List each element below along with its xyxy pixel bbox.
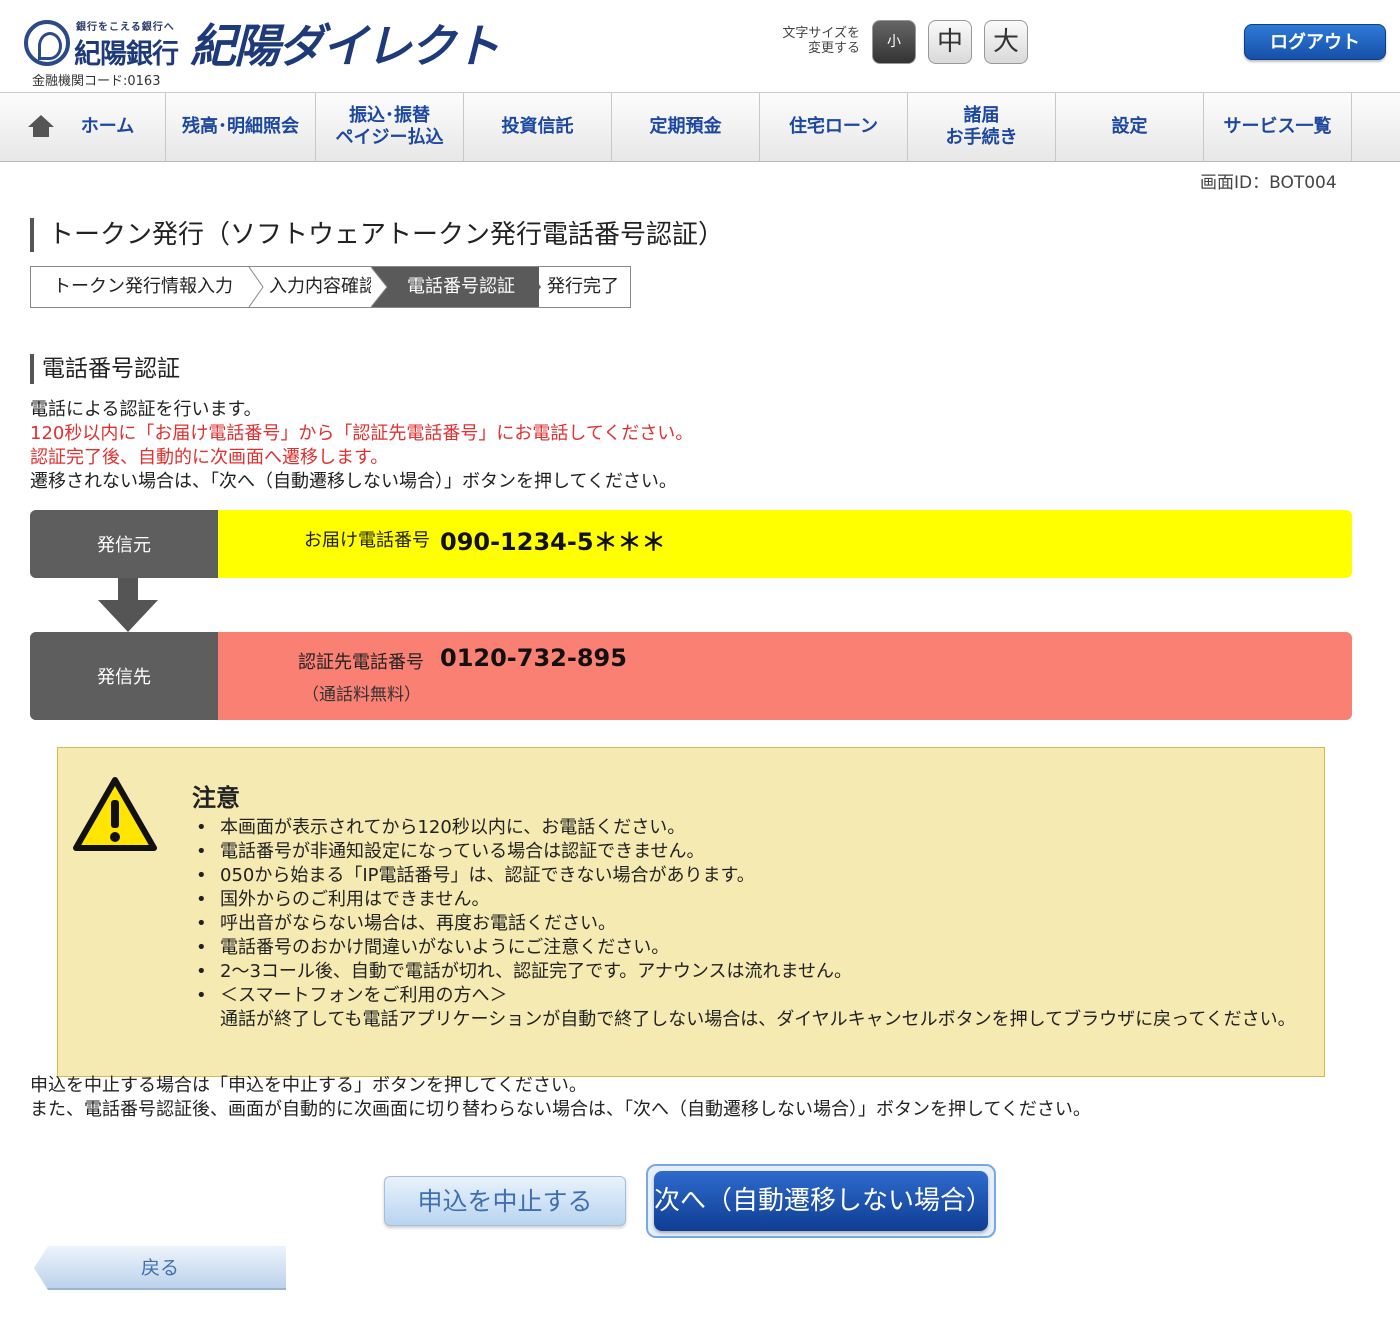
header: 銀行をこえる銀行へ 紀陽銀行 金融機関コード:0163 紀陽ダイレクト 文字サイ… [0,0,1400,92]
toll-free-note: （通話料無料） [302,685,421,705]
back-button[interactable]: 戻る [34,1246,286,1290]
nav-investment[interactable]: 投資信託 [464,93,612,161]
global-nav: ホーム 残高･明細照会 振込･振替 ペイジー払込 投資信託 定期預金 住宅ローン… [0,92,1400,162]
bank-emblem-icon [24,20,70,66]
caution-list: 本画面が表示されてから120秒以内に、お電話ください。 電話番号が非通知設定にな… [192,816,1302,1032]
nav-loan[interactable]: 住宅ローン [760,93,908,161]
bank-logo[interactable]: 銀行をこえる銀行へ 紀陽銀行 [24,14,184,70]
caution-box: 注意 本画面が表示されてから120秒以内に、お電話ください。 電話番号が非通知設… [57,747,1325,1077]
nav-services[interactable]: サービス一覧 [1204,93,1352,161]
progress-steps: トークン発行情報入力 入力内容確認 電話番号認証 発行完了 [30,266,631,308]
nav-transfer[interactable]: 振込･振替 ペイジー払込 [316,93,464,161]
caution-item: 050から始まる「IP電話番号」は、認証できない場合があります。 [192,864,1302,888]
caution-item: 呼出音がならない場合は、再度お電話ください。 [192,912,1302,936]
brand-logo: 紀陽ダイレクト [190,19,500,73]
caution-item-detail: 通話が終了しても電話アプリケーションが自動で終了しない場合は、ダイヤルキャンセル… [220,1009,1296,1030]
nav-procedures-label-2: お手続き [945,127,1018,148]
caution-item: 国外からのご利用はできません。 [192,888,1302,912]
nav-transfer-label-1: 振込･振替 [349,105,430,126]
nav-services-label: サービス一覧 [1223,116,1332,137]
next-button[interactable]: 次へ（自動遷移しない場合） [654,1171,992,1231]
font-size-label: 文字サイズを 変更する [770,26,860,56]
caller-label: 発信元 [30,510,218,578]
warning-icon [73,777,157,851]
caution-item: 電話番号のおかけ間違いがないようにご注意ください。 [192,936,1302,960]
caution-item: 本画面が表示されてから120秒以内に、お電話ください。 [192,816,1302,840]
bank-name: 紀陽銀行 [74,39,179,70]
step-chevron-icon [525,267,541,307]
font-size-small-button[interactable]: 小 [872,20,916,64]
font-size-label-line2: 変更する [807,41,860,56]
step-1: トークン発行情報入力 [53,276,233,297]
step-chevron-icon [371,267,389,307]
bottom-line1: 申込を中止する場合は「申込を中止する」ボタンを押してください。 [30,1075,587,1096]
auth-phone-number: 0120-732-895 [440,644,627,672]
bottom-line2: また、電話番号認証後、画面が自動的に次画面に切り替わらない場合は、「次へ（自動遷… [30,1099,1091,1120]
logout-button[interactable]: ログアウト [1244,24,1386,60]
nav-loan-label: 住宅ローン [788,116,879,137]
description-line4: 遷移されない場合は、「次へ（自動遷移しない場合）」ボタンを押してください。 [30,471,677,492]
caution-title: 注意 [192,784,240,812]
screen-id: 画面ID：BOT004 [1200,173,1337,193]
description-line2: 120秒以内に「お届け電話番号」から「認証先電話番号」にお電話してください。 [30,423,694,444]
step-chevron-icon [248,267,264,307]
page-title: トークン発行（ソフトウェアトークン発行電話番号認証） [30,218,724,252]
cancel-application-button[interactable]: 申込を中止する [384,1176,626,1226]
font-size-medium-button[interactable]: 中 [928,20,972,64]
nav-procedures[interactable]: 諸届 お手続き [908,93,1056,161]
section-title: 電話番号認証 [30,354,180,384]
bottom-instructions: 申込を中止する場合は「申込を中止する」ボタンを押してください。 また、電話番号認… [30,1074,1091,1122]
nav-settings[interactable]: 設定 [1056,93,1204,161]
destination-box: 発信先 認証先電話番号 0120-732-895 （通話料無料） [30,632,1352,720]
description-line1: 電話による認証を行います。 [30,399,262,420]
nav-home[interactable]: ホーム [0,93,166,161]
auth-phone-caption: 認証先電話番号 [298,652,424,673]
destination-label: 発信先 [30,632,218,720]
nav-deposit-label: 定期預金 [649,116,722,137]
caution-item: 2～3コール後、自動で電話が切れ、認証完了です。アナウンスは流れません。 [192,960,1302,984]
home-icon [28,115,54,139]
nav-transfer-label-2: ペイジー払込 [335,127,444,148]
bank-code: 金融機関コード:0163 [32,74,161,89]
nav-balance[interactable]: 残高･明細照会 [166,93,316,161]
next-button-frame: 次へ（自動遷移しない場合） [646,1164,996,1238]
arrow-down-icon [98,578,158,632]
caution-item: 電話番号が非通知設定になっている場合は認証できません。 [192,840,1302,864]
font-size-large-button[interactable]: 大 [984,20,1028,64]
registered-phone-caption: お届け電話番号 [304,530,430,551]
nav-home-label: ホーム [80,116,135,137]
description: 電話による認証を行います。 120秒以内に「お届け電話番号」から「認証先電話番号… [30,398,693,494]
bank-tagline: 銀行をこえる銀行へ [76,22,175,33]
nav-deposit[interactable]: 定期預金 [612,93,760,161]
caution-item: ＜スマートフォンをご利用の方へ＞ 通話が終了しても電話アプリケーションが自動で終… [192,984,1302,1032]
step-4: 発行完了 [547,276,619,297]
step-3-current: 電話番号認証 [389,267,539,307]
nav-balance-label: 残高･明細照会 [182,116,299,137]
caution-item-heading: ＜スマートフォンをご利用の方へ＞ [220,985,508,1006]
description-line3: 認証完了後、自動的に次画面へ遷移します。 [30,447,389,468]
nav-procedures-label-1: 諸届 [963,105,1000,126]
caller-box: 発信元 お届け電話番号 090-1234-5＊＊＊ [30,510,1352,578]
nav-investment-label: 投資信託 [501,116,574,137]
nav-settings-label: 設定 [1111,116,1148,137]
registered-phone-number: 090-1234-5＊＊＊ [440,528,666,556]
font-size-label-line1: 文字サイズを [782,26,860,41]
